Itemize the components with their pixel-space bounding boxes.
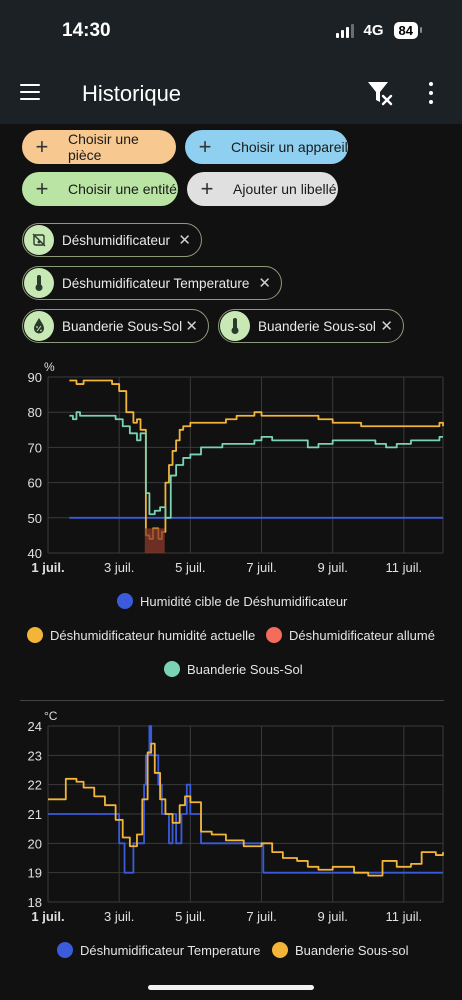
legend-label: Buanderie Sous-Sol [187,661,303,677]
series-line-d-shumidificateur-humidit-actuelle [69,379,444,540]
add-label-button[interactable]: + Ajouter un libellé [187,172,338,206]
status-time: 14:30 [62,20,111,41]
y-tick-label: 21 [28,807,42,822]
x-tick-label: 3 juil. [104,909,134,924]
selected-entity-chip[interactable]: Buanderie Sous-sol ✕ [218,309,404,343]
selected-entity-label: Buanderie Sous-Sol [62,318,183,334]
legend-label: Humidité cible de Déshumidificateur [140,593,348,609]
y-tick-label: 70 [28,440,42,455]
close-icon[interactable]: ✕ [185,317,198,335]
status-indicators: 4G 84 [335,22,423,39]
y-tick-label: 19 [28,866,42,881]
x-tick-label: 1 juil. [31,909,64,924]
axis-unit-label: % [44,360,55,374]
selected-entity-chip[interactable]: Déshumidificateur ✕ [22,223,202,257]
selected-entity-label: Buanderie Sous-sol [258,318,376,334]
x-tick-label: 9 juil. [318,560,348,575]
choose-device-button[interactable]: + Choisir un appareil [185,130,348,164]
x-tick-label: 5 juil. [175,560,205,575]
legend-item[interactable]: Humidité cible de Déshumidificateur [117,593,347,609]
x-tick-label: 1 juil. [31,560,64,575]
y-tick-label: 90 [28,370,42,385]
legend-swatch [266,627,282,643]
more-vertical-icon[interactable] [424,82,438,104]
series-line-d-shumidificateur-temperature [48,725,443,874]
x-tick-label: 9 juil. [318,909,348,924]
filter-remove-icon[interactable] [366,80,394,106]
y-tick-label: 80 [28,405,42,420]
close-icon[interactable]: ✕ [258,274,271,292]
y-tick-label: 40 [28,546,42,561]
close-icon[interactable]: ✕ [178,231,191,249]
choose-entity-button[interactable]: + Choisir une entité [22,172,178,206]
section-divider [20,700,444,701]
signal-icon [335,23,354,38]
legend-item[interactable]: Déshumidificateur Temperature [57,942,260,958]
legend-item[interactable]: Buanderie Sous-Sol [164,661,303,677]
y-tick-label: 60 [28,476,42,491]
x-tick-label: 11 juil. [386,909,423,924]
y-tick-label: 18 [28,895,42,910]
selected-entity-chip[interactable]: Déshumidificateur Temperature ✕ [22,266,282,300]
y-tick-label: 20 [28,836,42,851]
choose-room-button[interactable]: + Choisir une pièce [22,130,176,164]
dehumidifier-off-icon [24,225,54,255]
x-tick-label: 3 juil. [104,560,134,575]
legend-swatch [27,627,43,643]
axis-unit-label: °C [44,709,58,723]
close-icon[interactable]: ✕ [380,317,393,335]
thermometer-icon [220,311,250,341]
temperature-chart[interactable]: °C24 23 22 21 20 19 181 juil. 3 juil. 5 juil. 7 j… [0,708,462,928]
choose-device-label: Choisir un appareil [231,139,348,155]
legend-swatch [117,593,133,609]
thermometer-icon [24,268,54,298]
legend-label: Buanderie Sous-sol [295,942,409,958]
choose-entity-label: Choisir une entité [68,181,177,197]
water-percent-icon [24,311,54,341]
legend-label: Déshumidificateur humidité actuelle [50,627,256,643]
home-indicator[interactable] [148,985,314,990]
x-tick-label: 7 juil. [246,909,276,924]
plus-icon: + [35,176,49,201]
legend-item[interactable]: Déshumidificateur allumé [266,627,435,643]
selected-entity-chip[interactable]: Buanderie Sous-Sol ✕ [22,309,209,343]
network-type: 4G [363,22,384,39]
legend-label: Déshumidificateur Temperature [80,942,261,958]
page-title: Historique [82,81,182,106]
legend-swatch [272,942,288,958]
x-tick-label: 11 juil. [386,560,423,575]
plus-icon: + [198,134,212,159]
plus-icon: + [35,134,49,159]
add-label-label: Ajouter un libellé [233,181,337,197]
menu-icon[interactable] [20,84,40,100]
humidity-chart[interactable]: %90 80 70 60 50 401 juil. 3 juil. 5 juil. 7 juil… [0,360,462,580]
battery-level: 84 [393,22,423,39]
legend-swatch [164,661,180,677]
legend-item[interactable]: Buanderie Sous-sol [272,942,408,958]
legend-label: Déshumidificateur allumé [289,627,435,643]
x-tick-label: 5 juil. [175,909,205,924]
plus-icon: + [200,176,214,201]
x-tick-label: 7 juil. [246,560,276,575]
y-tick-label: 22 [28,778,42,793]
y-tick-label: 24 [28,719,42,734]
series-line-buanderie-sous-sol [69,411,443,519]
legend-swatch [57,942,73,958]
legend-item[interactable]: Déshumidificateur humidité actuelle [27,627,255,643]
selected-entity-label: Déshumidificateur Temperature [62,275,250,291]
y-tick-label: 23 [28,748,42,763]
y-tick-label: 50 [28,511,42,526]
choose-room-label: Choisir une pièce [67,131,139,163]
series-area-d-shumidificateur-allum- [144,528,165,553]
selected-entity-label: Déshumidificateur [62,232,171,248]
series-line-buanderie-sous-sol [48,742,444,877]
